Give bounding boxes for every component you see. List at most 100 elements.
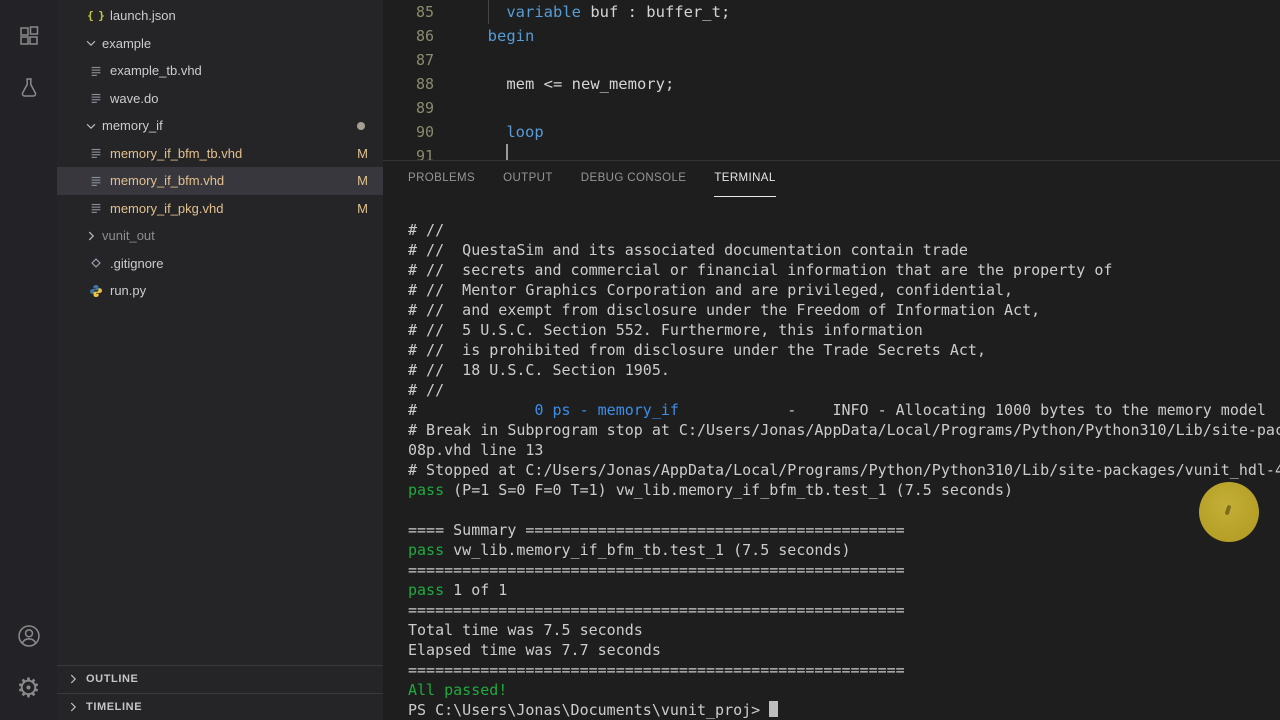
- line-number: 89: [415, 99, 434, 117]
- code-line-91[interactable]: 91: [383, 144, 1280, 160]
- file-lines-icon: [88, 91, 103, 106]
- editor-group: 85 variable buf : buffer_t; 86 begin 87 88…: [383, 0, 1280, 720]
- panel-tab-terminal[interactable]: TERMINAL: [714, 161, 776, 197]
- code-editor[interactable]: 85 variable buf : buffer_t; 86 begin 87 88…: [383, 0, 1280, 160]
- line-number: 86: [415, 27, 434, 45]
- section-header-timeline[interactable]: TIMELINE: [57, 692, 383, 720]
- terminal-line: # // secrets and commercial or financial…: [408, 261, 1113, 279]
- terminal-line: # 0 ps - memory_if - INFO - Allocating 1…: [408, 401, 1266, 419]
- terminal-line: ========================================…: [408, 601, 905, 619]
- terminal-line: PS C:\Users\Jonas\Documents\vunit_proj>: [408, 700, 1280, 720]
- tree-item-memory_if[interactable]: memory_if: [57, 112, 383, 140]
- code-text: mem <= new_memory;: [469, 75, 675, 93]
- vscode-window: ⚙ { } launch.json example example_tb.vhdwav…: [0, 0, 1280, 720]
- code-text: loop: [506, 123, 544, 141]
- settings-button[interactable]: ⚙: [0, 662, 57, 714]
- code-line-89[interactable]: 89: [383, 96, 1280, 120]
- tree-item-memory_if_bfm_tb.vhd[interactable]: memory_if_bfm_tb.vhd M: [57, 140, 383, 168]
- file-lines-icon: [88, 201, 103, 216]
- line-number: 91: [415, 147, 434, 160]
- test-explorer-button[interactable]: [0, 62, 57, 114]
- terminal-line: All passed!: [408, 681, 508, 699]
- file-lines-icon: [88, 63, 103, 78]
- modified-contents-dot: [357, 121, 365, 130]
- terminal-line: # // is prohibited from disclosure under…: [408, 341, 986, 359]
- panel-tab-debug-console[interactable]: DEBUG CONSOLE: [581, 161, 687, 197]
- panel-tab-problems[interactable]: PROBLEMS: [408, 161, 475, 197]
- tree-item-launch.json[interactable]: { } launch.json: [57, 2, 383, 30]
- explorer-sidebar: { } launch.json example example_tb.vhd wave.…: [57, 0, 383, 720]
- terminal-line: 08p.vhd line 13: [408, 441, 544, 459]
- git-diamond-icon: [88, 256, 103, 271]
- section-label: TIMELINE: [86, 700, 143, 713]
- panel-tab-output[interactable]: OUTPUT: [503, 161, 553, 197]
- activity-bar-bottom: ⚙: [0, 610, 57, 714]
- terminal-line: ==== Summary ===========================…: [408, 521, 905, 539]
- terminal-line: # // and exempt from disclosure under th…: [408, 301, 1041, 319]
- panel-tab-bar: PROBLEMS OUTPUT DEBUG CONSOLE TERMINAL: [383, 161, 1280, 197]
- tree-item-example[interactable]: example: [57, 30, 383, 58]
- settings-gear-icon: ⚙: [16, 672, 41, 704]
- extensions-icon: [17, 24, 41, 48]
- file-tree: { } launch.json example example_tb.vhd wave.…: [57, 0, 383, 305]
- tree-item-label: memory_if: [102, 118, 163, 134]
- tree-item-label: vunit_out: [102, 228, 155, 244]
- file-lines-icon: [88, 146, 103, 161]
- tree-item-label: launch.json: [110, 8, 176, 24]
- file-lines-icon: [88, 173, 103, 188]
- terminal-line: # //: [408, 381, 445, 399]
- code-text: variable buf : buffer_t;: [469, 0, 730, 24]
- extensions-button[interactable]: [0, 10, 57, 62]
- tree-item-wave.do[interactable]: wave.do: [57, 85, 383, 113]
- tree-item-label: example_tb.vhd: [110, 63, 202, 79]
- tree-item-label: .gitignore: [110, 255, 164, 271]
- terminal-line: pass 1 of 1: [408, 581, 508, 599]
- section-header-outline[interactable]: OUTLINE: [57, 665, 383, 693]
- terminal-line: Elapsed time was 7.7 seconds: [408, 641, 661, 659]
- chevron-right-icon: [83, 228, 98, 243]
- terminal-line: ========================================…: [408, 661, 905, 679]
- terminal-line: # //: [408, 221, 445, 239]
- tree-item-memory_if_pkg.vhd[interactable]: memory_if_pkg.vhd M: [57, 195, 383, 223]
- indent-guide: [487, 0, 489, 24]
- tree-item-memory_if_bfm.vhd[interactable]: memory_if_bfm.vhd M: [57, 167, 383, 195]
- terminal-line: pass (P=1 S=0 F=0 T=1) vw_lib.memory_if_…: [408, 481, 1014, 499]
- code-line-88[interactable]: 88 mem <= new_memory;: [383, 72, 1280, 96]
- code-text: begin: [487, 27, 535, 45]
- tree-item-label: example: [102, 35, 152, 51]
- terminal-line: ========================================…: [408, 561, 905, 579]
- code-line-86[interactable]: 86 begin: [383, 24, 1280, 48]
- tree-item-.gitignore[interactable]: .gitignore: [57, 250, 383, 278]
- tree-item-example_tb.vhd[interactable]: example_tb.vhd: [57, 57, 383, 85]
- section-label: OUTLINE: [86, 673, 139, 686]
- terminal-line: # // QuestaSim and its associated docume…: [408, 241, 968, 259]
- tree-item-label: memory_if_bfm.vhd: [110, 173, 225, 189]
- account-icon: [16, 623, 42, 649]
- tree-item-label: memory_if_bfm_tb.vhd: [110, 145, 243, 161]
- json-braces-icon: { }: [87, 9, 105, 23]
- test-flask-icon: [17, 76, 41, 100]
- terminal-line: pass vw_lib.memory_if_bfm_tb.test_1 (7.5…: [408, 541, 851, 559]
- code-line-90[interactable]: 90 loop: [383, 120, 1280, 144]
- tree-item-label: memory_if_pkg.vhd: [110, 200, 224, 216]
- line-number: 90: [415, 123, 434, 141]
- tree-item-run.py[interactable]: run.py: [57, 277, 383, 305]
- terminal-line: # Break in Subprogram stop at C:/Users/J…: [408, 421, 1280, 439]
- account-button[interactable]: [0, 610, 57, 662]
- terminal[interactable]: # // # // QuestaSim and its associated do…: [383, 197, 1280, 720]
- tree-item-vunit_out[interactable]: vunit_out: [57, 222, 383, 250]
- line-number: 87: [415, 51, 434, 69]
- git-modified-badge: M: [357, 145, 368, 161]
- code-line-87[interactable]: 87: [383, 48, 1280, 72]
- line-number: 88: [415, 75, 434, 93]
- code-line-85[interactable]: 85 variable buf : buffer_t;: [383, 0, 1280, 24]
- active-indent-guide: [506, 144, 508, 160]
- chevron-right-icon: [66, 672, 80, 686]
- bottom-panel: PROBLEMS OUTPUT DEBUG CONSOLE TERMINAL # //…: [383, 160, 1280, 720]
- chevron-down-icon: [83, 36, 98, 51]
- python-icon: [88, 283, 103, 298]
- chevron-down-icon: [83, 118, 98, 133]
